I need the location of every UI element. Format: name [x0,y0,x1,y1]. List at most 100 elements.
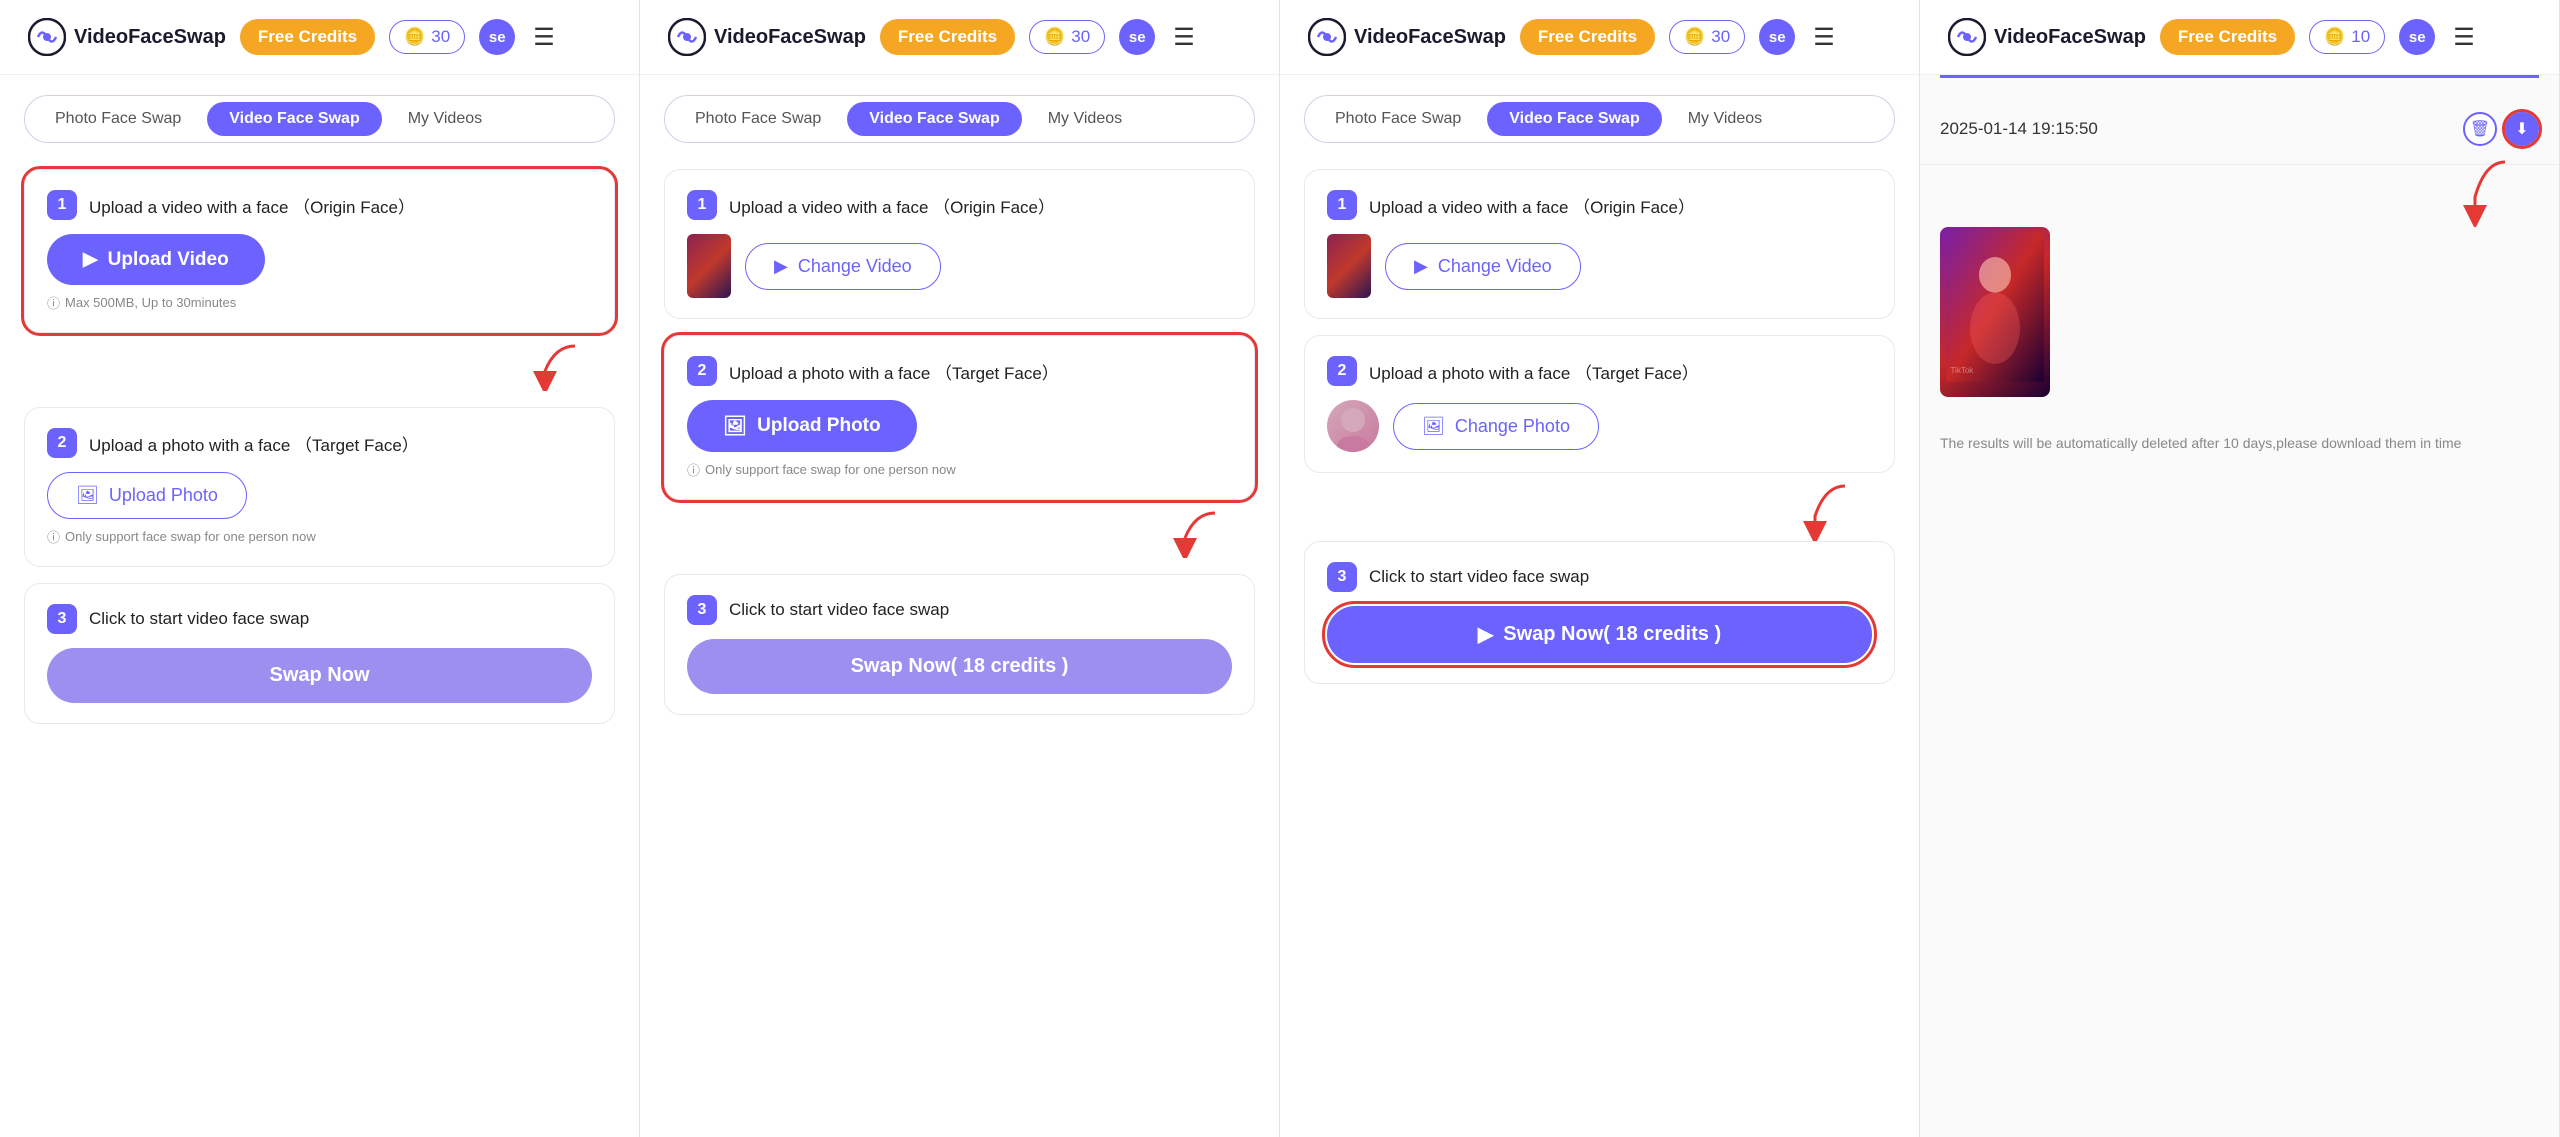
hint-2-2: ⓘ Only support face swap for one person … [687,460,1232,479]
result-timestamp: 2025-01-14 19:15:50 [1940,119,2449,139]
arrow-step3-3 [1304,481,1895,541]
steps-area-3: 1 Upload a video with a face （Origin Fac… [1280,153,1919,1137]
credits-counter-3[interactable]: 🪙 30 [1669,20,1745,54]
step-title-3-1: Click to start video face swap [89,609,309,629]
result-top-bar [1940,75,2539,94]
play-icon-swap-3: ▶ [1478,622,1493,647]
tab-my-videos-3[interactable]: My Videos [1666,102,1784,136]
delete-btn[interactable]: 🗑 [2463,112,2497,146]
result-actions: 🗑 ⬇ [2463,112,2539,146]
step-card-3-1: 3 Click to start video face swap Swap No… [24,583,615,724]
upload-photo-btn-1[interactable]: 🖼 Upload Photo [47,472,247,519]
tab-photo-faceswap-2[interactable]: Photo Face Swap [673,102,843,136]
panel-4: VideoFaceSwap Free Credits 🪙 10 se ☰ 202… [1920,0,2560,1137]
avatar-btn-1[interactable]: se [479,19,515,55]
header-3: VideoFaceSwap Free Credits 🪙 30 se ☰ [1280,0,1919,75]
menu-btn-2[interactable]: ☰ [1169,19,1199,56]
upload-photo-btn-2[interactable]: 🖼 Upload Photo [687,400,917,452]
step-header-1-1: 1 Upload a video with a face （Origin Fac… [47,190,592,220]
tab-video-faceswap-1[interactable]: Video Face Swap [207,102,381,136]
step-card-1-1: 1 Upload a video with a face （Origin Fac… [24,169,615,333]
step-num-3-3: 3 [1327,562,1357,592]
free-credits-btn-3[interactable]: Free Credits [1520,19,1655,55]
logo-3: VideoFaceSwap [1308,18,1506,56]
avatar-btn-3[interactable]: se [1759,19,1795,55]
free-credits-btn-1[interactable]: Free Credits [240,19,375,55]
credits-counter-1[interactable]: 🪙 30 [389,20,465,54]
step-title-3-2: Click to start video face swap [729,600,949,620]
arrow-step2-2 [664,508,1255,558]
step-num-2-1: 2 [47,428,77,458]
step-body-2-2: 🖼 Upload Photo [687,400,1232,452]
change-video-btn-3[interactable]: ▶ Change Video [1385,243,1581,290]
steps-area-2: 1 Upload a video with a face （Origin Fac… [640,153,1279,1137]
result-item-1: 2025-01-14 19:15:50 🗑 ⬇ [1920,94,2559,165]
swap-now-btn-1[interactable]: Swap Now [47,648,592,703]
tab-photo-faceswap-1[interactable]: Photo Face Swap [33,102,203,136]
step-title-2-2: Upload a photo with a face （Target Face） [729,359,1059,384]
logo-icon-1 [28,18,66,56]
step-card-1-3: 1 Upload a video with a face （Origin Fac… [1304,169,1895,319]
step-title-1-2: Upload a video with a face （Origin Face） [729,193,1055,218]
change-photo-btn-3[interactable]: 🖼 Change Photo [1393,403,1599,450]
logo-text-1: VideoFaceSwap [74,26,226,49]
step-header-3-3: 3 Click to start video face swap [1327,562,1872,592]
info-icon-2-2: ⓘ [687,460,700,479]
menu-btn-1[interactable]: ☰ [529,19,559,56]
credits-value-4: 10 [2351,27,2370,47]
step-num-2-2: 2 [687,356,717,386]
step-num-2-3: 2 [1327,356,1357,386]
swap-now-btn-3[interactable]: ▶ Swap Now( 18 credits ) [1327,606,1872,663]
red-arrow-2 [1165,508,1225,558]
upload-video-btn-1[interactable]: ▶ Upload Video [47,234,265,285]
download-icon: ⬇ [2515,119,2528,139]
logo-1: VideoFaceSwap [28,18,226,56]
coin-icon-1: 🪙 [404,27,425,47]
info-icon-2-1: ⓘ [47,527,60,546]
step-num-1-3: 1 [1327,190,1357,220]
logo-text-4: VideoFaceSwap [1994,26,2146,49]
face-svg-3 [1327,400,1379,452]
change-video-btn-2[interactable]: ▶ Change Video [745,243,941,290]
menu-btn-4[interactable]: ☰ [2449,19,2479,56]
step-title-1-3: Upload a video with a face （Origin Face） [1369,193,1695,218]
red-arrow-1 [525,341,585,391]
play-icon-3: ▶ [1414,256,1428,277]
delete-icon: 🗑 [2470,119,2490,139]
avatar-btn-2[interactable]: se [1119,19,1155,55]
step-card-2-1: 2 Upload a photo with a face （Target Fac… [24,407,615,567]
download-btn[interactable]: ⬇ [2505,112,2539,146]
logo-icon-3 [1308,18,1346,56]
arrow-download-container [1920,157,2559,227]
step-body-1-3: ▶ Change Video [1327,234,1872,298]
credits-value-2: 30 [1071,27,1090,47]
avatar-btn-4[interactable]: se [2399,19,2435,55]
header-4: VideoFaceSwap Free Credits 🪙 10 se ☰ [1920,0,2559,75]
credits-counter-4[interactable]: 🪙 10 [2309,20,2385,54]
step-body-1-2: ▶ Change Video [687,234,1232,298]
photo-thumb-3 [1327,400,1379,452]
free-credits-btn-2[interactable]: Free Credits [880,19,1015,55]
step-header-3-1: 3 Click to start video face swap [47,604,592,634]
step-num-3-2: 3 [687,595,717,625]
svg-text:TikTok: TikTok [1950,366,1974,375]
step-card-3-3: 3 Click to start video face swap ▶ Swap … [1304,541,1895,684]
step-body-2-3: 🖼 Change Photo [1327,400,1872,452]
tab-my-videos-2[interactable]: My Videos [1026,102,1144,136]
step-num-3-1: 3 [47,604,77,634]
image-icon-2-2: 🖼 [723,414,747,438]
step-num-1-2: 1 [687,190,717,220]
play-icon-1: ▶ [83,248,98,271]
tab-video-faceswap-3[interactable]: Video Face Swap [1487,102,1661,136]
menu-btn-3[interactable]: ☰ [1809,19,1839,56]
arrow-step1-1 [24,341,615,391]
credits-counter-2[interactable]: 🪙 30 [1029,20,1105,54]
swap-now-btn-2[interactable]: Swap Now( 18 credits ) [687,639,1232,694]
image-icon-2-3: 🖼 [1422,416,1445,437]
tab-my-videos-1[interactable]: My Videos [386,102,504,136]
free-credits-btn-4[interactable]: Free Credits [2160,19,2295,55]
tab-video-faceswap-2[interactable]: Video Face Swap [847,102,1021,136]
coin-icon-2: 🪙 [1044,27,1065,47]
tab-photo-faceswap-3[interactable]: Photo Face Swap [1313,102,1483,136]
logo-icon-4 [1948,18,1986,56]
